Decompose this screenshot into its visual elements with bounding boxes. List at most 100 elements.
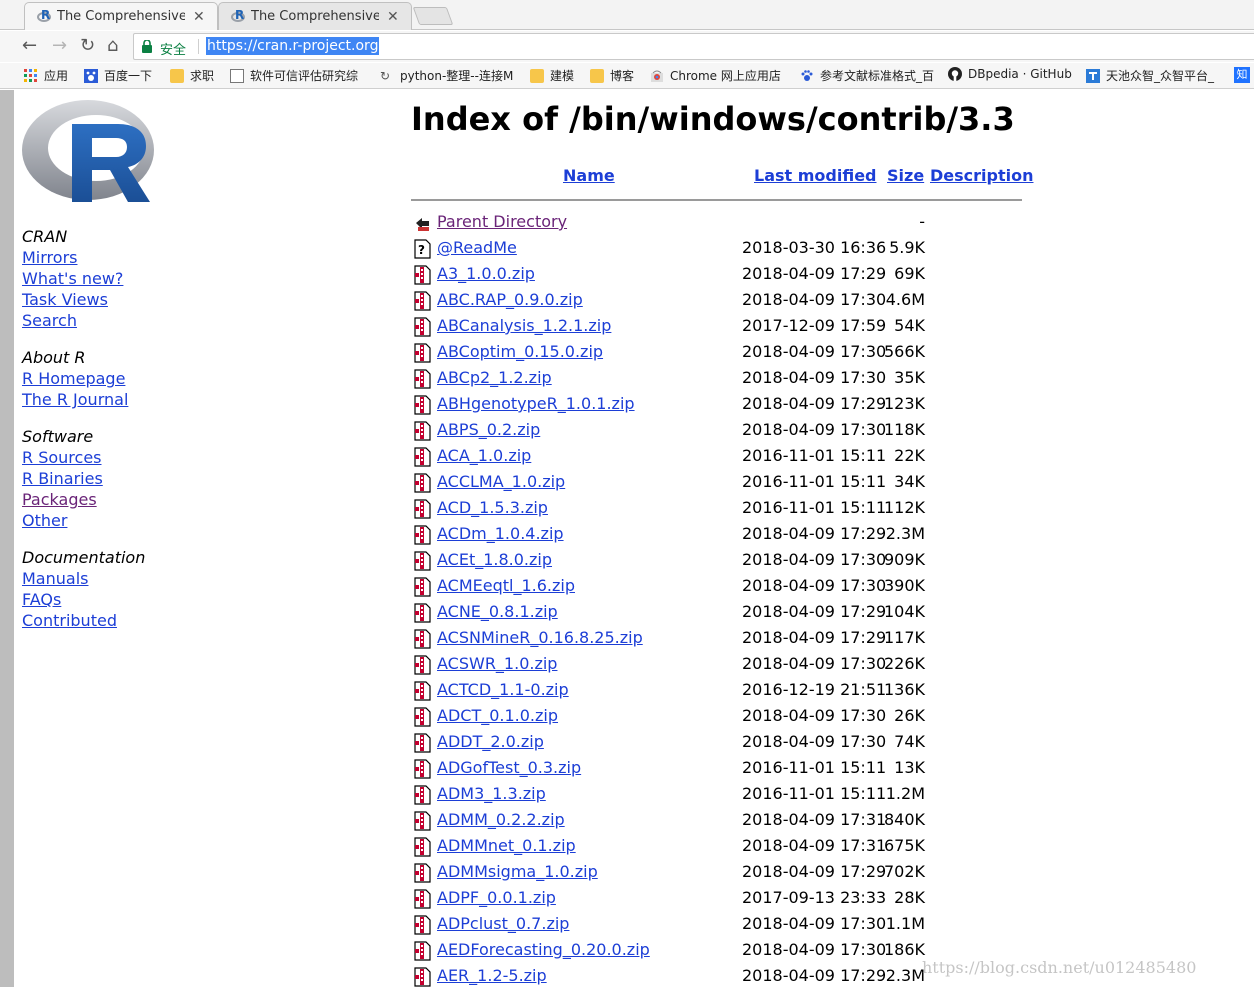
table-row: ABCanalysis_1.2.1.zip 2017-12-09 17:59 54K xyxy=(411,315,1031,341)
file-link[interactable]: ADM3_1.3.zip xyxy=(437,784,546,803)
table-row: ADMMsigma_1.0.zip 2018-04-09 17:29 702K xyxy=(411,861,1031,887)
file-link[interactable]: ABC.RAP_0.9.0.zip xyxy=(437,290,583,309)
back-arrow-icon[interactable]: ← xyxy=(22,37,37,55)
compressed-file-icon xyxy=(414,863,431,883)
compressed-file-icon xyxy=(414,681,431,701)
file-link[interactable]: ACCLMA_1.0.zip xyxy=(437,472,565,491)
bookmark-label: 建模 xyxy=(550,69,575,83)
compressed-file-icon xyxy=(414,265,431,285)
bookmark-dbpedia-github[interactable]: DBpedia · GitHub xyxy=(948,67,1072,81)
file-link[interactable]: A3_1.0.0.zip xyxy=(437,264,535,283)
url-text[interactable]: https://cran.r-project.org xyxy=(206,37,380,55)
sidebar-link-whats-new[interactable]: What's new? xyxy=(22,268,123,289)
file-link[interactable]: ADPclust_0.7.zip xyxy=(437,914,569,933)
sidebar-link-r-journal[interactable]: The R Journal xyxy=(22,389,128,410)
close-icon[interactable]: ✕ xyxy=(193,9,205,25)
file-link[interactable]: ABHgenotypeR_1.0.1.zip xyxy=(437,394,635,413)
compressed-file-icon xyxy=(414,733,431,753)
file-link[interactable]: ABCp2_1.2.zip xyxy=(437,368,552,387)
compressed-file-icon xyxy=(414,707,431,727)
bookmark-jianmo[interactable]: 建模 xyxy=(530,67,574,84)
table-row: ABCp2_1.2.zip 2018-04-09 17:30 35K xyxy=(411,367,1031,393)
sidebar-link-packages[interactable]: Packages xyxy=(22,489,103,510)
sidebar-link-faqs[interactable]: FAQs xyxy=(22,589,145,610)
size-cell: 35K xyxy=(894,368,925,387)
file-link[interactable]: ABCanalysis_1.2.1.zip xyxy=(437,316,611,335)
new-tab-button[interactable] xyxy=(412,7,454,25)
bookmark-python[interactable]: ↻ python-整理--连接M xyxy=(380,67,513,84)
file-link[interactable]: ACSNMineR_0.16.8.25.zip xyxy=(437,628,643,647)
sidebar-link-contributed[interactable]: Contributed xyxy=(22,610,145,631)
svg-text:?: ? xyxy=(418,243,425,257)
file-link[interactable]: ADDT_2.0.zip xyxy=(437,732,544,751)
tab-active[interactable]: R The Comprehensive R ✕ xyxy=(24,2,218,30)
file-link[interactable]: Parent Directory xyxy=(437,212,567,231)
file-link[interactable]: ACD_1.5.3.zip xyxy=(437,498,548,517)
file-link[interactable]: ACSWR_1.0.zip xyxy=(437,654,557,673)
file-link[interactable]: ADMM_0.2.2.zip xyxy=(437,810,565,829)
bookmark-qiuzhi[interactable]: 求职 xyxy=(170,67,214,84)
size-cell: 26K xyxy=(894,706,925,725)
bookmark-software-research[interactable]: 软件可信评估研究综 xyxy=(230,67,358,84)
back-arrow-icon xyxy=(414,213,431,233)
tab-inactive[interactable]: R The Comprehensive R ✕ xyxy=(218,2,412,30)
last-modified-cell: 2016-11-01 15:11 xyxy=(742,472,887,491)
sidebar-link-search[interactable]: Search xyxy=(22,310,123,331)
column-header-description[interactable]: Description xyxy=(930,166,1033,185)
column-header-last-modified[interactable]: Last modified xyxy=(754,166,877,185)
file-link[interactable]: ACMEeqtl_1.6.zip xyxy=(437,576,575,595)
file-link[interactable]: ADPF_0.0.1.zip xyxy=(437,888,556,907)
size-cell: 566K xyxy=(883,342,925,361)
file-link[interactable]: ACNE_0.8.1.zip xyxy=(437,602,558,621)
table-row: ADMMnet_0.1.zip 2018-04-09 17:31 675K xyxy=(411,835,1031,861)
bookmark-chrome-store[interactable]: Chrome 网上应用店 xyxy=(650,67,781,84)
table-row: ABHgenotypeR_1.0.1.zip 2018-04-09 17:29 12… xyxy=(411,393,1031,419)
sidebar-link-mirrors[interactable]: Mirrors xyxy=(22,247,123,268)
size-cell: 136K xyxy=(883,680,925,699)
size-cell: 2.3M xyxy=(885,966,925,985)
sidebar-link-other[interactable]: Other xyxy=(22,510,103,531)
size-cell: 1.1M xyxy=(885,914,925,933)
file-link[interactable]: ADMMnet_0.1.zip xyxy=(437,836,576,855)
sidebar-link-r-sources[interactable]: R Sources xyxy=(22,447,103,468)
last-modified-cell: 2018-04-09 17:30 xyxy=(742,550,887,569)
column-header-name[interactable]: Name xyxy=(563,166,615,185)
sidebar-link-manuals[interactable]: Manuals xyxy=(22,568,145,589)
size-cell: 702K xyxy=(883,862,925,881)
sidebar-group-documentation: Documentation Manuals FAQs Contributed xyxy=(22,547,145,631)
forward-arrow-icon[interactable]: → xyxy=(52,37,67,55)
sidebar-link-r-binaries[interactable]: R Binaries xyxy=(22,468,103,489)
file-link[interactable]: AER_1.2-5.zip xyxy=(437,966,547,985)
bookmark-tianchi[interactable]: 天池众智_众智平台_ xyxy=(1086,67,1214,84)
bookmark-baidu[interactable]: 百度一下 xyxy=(84,67,152,84)
file-link[interactable]: ABCoptim_0.15.0.zip xyxy=(437,342,603,361)
file-link[interactable]: ACEt_1.8.0.zip xyxy=(437,550,552,569)
bookmark-apps[interactable]: 应用 xyxy=(24,67,68,84)
close-icon[interactable]: ✕ xyxy=(387,9,399,25)
file-link[interactable]: AEDForecasting_0.20.0.zip xyxy=(437,940,650,959)
bookmark-zhihu[interactable]: 知 xyxy=(1234,67,1250,83)
last-modified-cell: 2017-09-13 23:33 xyxy=(742,888,887,907)
last-modified-cell: 2018-04-09 17:30 xyxy=(742,420,887,439)
file-link[interactable]: ADGofTest_0.3.zip xyxy=(437,758,581,777)
r-logo[interactable] xyxy=(22,98,157,204)
file-link[interactable]: ACDm_1.0.4.zip xyxy=(437,524,564,543)
bookmark-boke[interactable]: 博客 xyxy=(590,67,634,84)
reload-icon[interactable]: ↻ xyxy=(80,37,95,55)
file-link[interactable]: ADCT_0.1.0.zip xyxy=(437,706,558,725)
last-modified-cell: 2018-04-09 17:30 xyxy=(742,706,887,725)
compressed-file-icon xyxy=(414,551,431,571)
table-row: ADCT_0.1.0.zip 2018-04-09 17:30 26K xyxy=(411,705,1031,731)
file-link[interactable]: ACA_1.0.zip xyxy=(437,446,531,465)
sidebar-link-r-homepage[interactable]: R Homepage xyxy=(22,368,128,389)
home-icon[interactable]: ⌂ xyxy=(107,37,118,55)
compressed-file-icon xyxy=(414,343,431,363)
sidebar-link-task-views[interactable]: Task Views xyxy=(22,289,123,310)
column-header-size[interactable]: Size xyxy=(887,166,924,185)
file-link[interactable]: ACTCD_1.1-0.zip xyxy=(437,680,569,699)
file-link[interactable]: ADMMsigma_1.0.zip xyxy=(437,862,598,881)
file-link[interactable]: ABPS_0.2.zip xyxy=(437,420,540,439)
file-link[interactable]: @ReadMe xyxy=(437,238,517,257)
address-bar[interactable]: 安全 https://cran.r-project.org xyxy=(133,33,1254,60)
bookmark-references[interactable]: 参考文献标准格式_百 xyxy=(800,67,934,84)
